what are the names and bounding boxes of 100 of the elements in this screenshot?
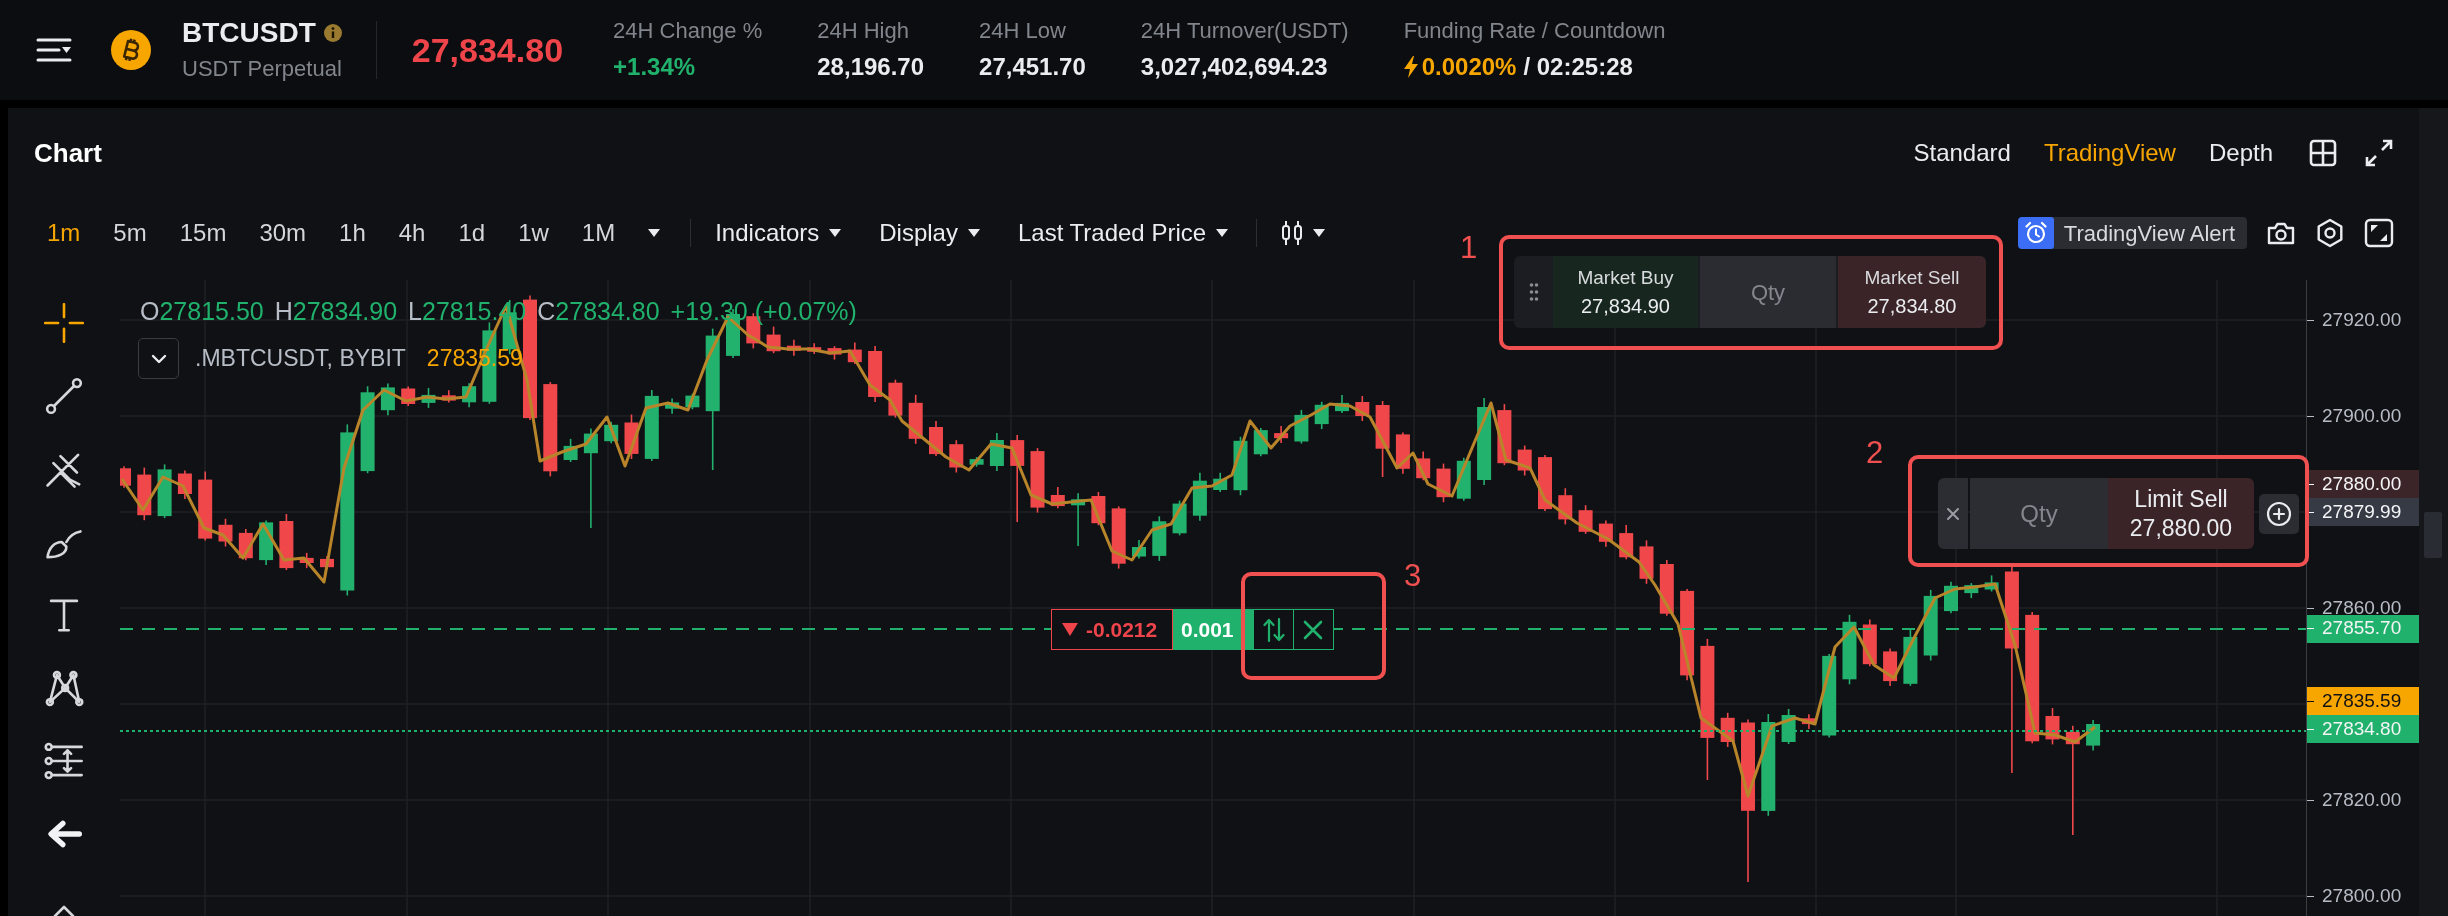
crosshair-icon[interactable]: [44, 303, 84, 343]
reverse-position-button[interactable]: [1253, 609, 1294, 650]
collapse-legend-button[interactable]: [138, 338, 179, 379]
bitcoin-logo-icon: [111, 30, 151, 70]
price-label: 27800.00: [2307, 882, 2419, 910]
interval-tab[interactable]: 5m: [113, 218, 147, 248]
caret-icon: [967, 229, 980, 237]
interval-tab[interactable]: 4h: [398, 218, 426, 248]
price-range-icon[interactable]: [44, 741, 84, 781]
add-order-button[interactable]: [2259, 494, 2299, 534]
expand-icon[interactable]: [2365, 139, 2393, 167]
down-triangle-icon: [1062, 623, 1078, 636]
ohlc-value: 27815.50: [159, 296, 264, 326]
symbol-name: BTCUSDT: [182, 17, 316, 49]
bearish-candle: [1436, 462, 1451, 503]
bearish-candle: [1111, 505, 1126, 570]
view-tab[interactable]: TradingView: [2043, 138, 2176, 168]
candlestick-icon[interactable]: [1281, 219, 1304, 247]
bearish-candle: [198, 470, 213, 542]
bearish-candle: [786, 338, 801, 357]
fullscreen-icon[interactable]: [2364, 218, 2394, 248]
interval-tab[interactable]: 15m: [179, 218, 227, 248]
toolbar-dropdown[interactable]: Indicators: [715, 218, 842, 248]
plus-circle-icon: [2266, 501, 2292, 527]
qty-field[interactable]: Qty: [1970, 478, 2108, 549]
bullish-candle: [1984, 574, 1999, 593]
bullish-candle: [1132, 539, 1146, 560]
cancel-button[interactable]: [1938, 478, 1968, 549]
bearish-candle: [827, 345, 842, 361]
bearish-candle: [1639, 539, 1654, 585]
bearish-candle: [1883, 647, 1898, 687]
bullish-candle: [157, 463, 172, 519]
annotation-number: 1: [1460, 232, 1478, 263]
menu-icon[interactable]: [36, 36, 72, 64]
close-icon: [1946, 506, 1960, 521]
bearish-candle: [908, 394, 923, 445]
bullish-candle: [969, 456, 984, 468]
stat-label: 24H Low: [979, 17, 1067, 45]
market-buy-button[interactable]: Market Buy 27,834.90: [1553, 256, 1698, 328]
stat-label: 24H Turnover(USDT): [1140, 17, 1349, 45]
qty-field[interactable]: Qty: [1700, 256, 1836, 328]
stat-label: 24H High: [817, 17, 910, 45]
interval-tab[interactable]: 1d: [458, 218, 486, 248]
bearish-candle: [624, 413, 639, 460]
price-label: 27820.00: [2307, 786, 2419, 814]
caret-icon[interactable]: [1313, 229, 1326, 237]
bearish-candle: [320, 555, 334, 570]
ohlc-label: L: [408, 296, 422, 326]
trend-line-icon[interactable]: [44, 376, 84, 416]
pnl-value: -0.0212: [1086, 616, 1158, 643]
interval-tab[interactable]: 1w: [518, 218, 549, 248]
interval-tab[interactable]: 1h: [339, 218, 366, 248]
layout-grid-icon[interactable]: [2309, 139, 2337, 167]
bearish-candle: [1091, 491, 1106, 526]
price-label: 27920.00: [2307, 306, 2419, 334]
market-sell-button[interactable]: Market Sell 27,834.80: [1838, 256, 1986, 328]
interval-tab[interactable]: 30m: [259, 218, 307, 248]
toolbar-dropdown[interactable]: Last Traded Price: [1017, 218, 1229, 248]
caret-icon[interactable]: [648, 229, 661, 237]
view-tab[interactable]: Depth: [2208, 138, 2273, 168]
bullish-candle: [604, 421, 619, 445]
bearish-candle: [441, 389, 456, 404]
settings-icon[interactable]: [2315, 218, 2345, 248]
alarm-clock-icon: [2017, 217, 2054, 249]
info-icon[interactable]: [323, 24, 342, 42]
view-tab[interactable]: Standard: [1913, 138, 2011, 168]
interval-tab[interactable]: 1m: [47, 218, 81, 248]
bearish-candle: [401, 385, 416, 407]
lightning-icon: [1403, 56, 1418, 78]
bearish-candle: [1801, 713, 1816, 730]
bearish-candle: [1619, 524, 1634, 561]
close-position-button[interactable]: [1292, 609, 1334, 650]
annotation-number: 2: [1866, 437, 1884, 468]
bearish-candle: [1416, 450, 1431, 481]
camera-icon[interactable]: [2266, 220, 2296, 246]
bearish-candle: [868, 345, 883, 403]
bearish-candle: [279, 513, 294, 571]
alert-button[interactable]: TradingView Alert: [2017, 217, 2247, 249]
limit-sell-button[interactable]: Limit Sell 27,880.00: [2108, 478, 2254, 549]
bullish-candle: [1335, 394, 1349, 414]
bullish-candle: [1964, 582, 1979, 599]
contract-type: USDT Perpetual: [182, 55, 342, 83]
caret-icon: [829, 229, 842, 237]
bearish-candle: [766, 325, 781, 354]
drag-handle-icon[interactable]: [1528, 282, 1539, 302]
position-size-tag: 0.001: [1173, 609, 1253, 650]
bullish-candle: [1152, 515, 1167, 562]
bearish-candle: [1517, 444, 1532, 477]
bearish-candle: [2045, 707, 2060, 746]
price-tag: 27880.00: [2307, 470, 2419, 498]
scrollbar-thumb[interactable]: [2424, 512, 2442, 558]
bullish-candle: [380, 382, 395, 416]
funding-countdown: / 02:25:28: [1523, 52, 1633, 82]
close-icon: [1302, 618, 1324, 641]
pattern-icon[interactable]: [44, 668, 84, 708]
price-label: 27900.00: [2307, 402, 2419, 430]
interval-tab[interactable]: 1M: [581, 218, 616, 248]
bullish-candle: [1192, 471, 1207, 522]
toolbar-dropdown[interactable]: Display: [879, 218, 980, 248]
bearish-candle: [847, 341, 862, 365]
